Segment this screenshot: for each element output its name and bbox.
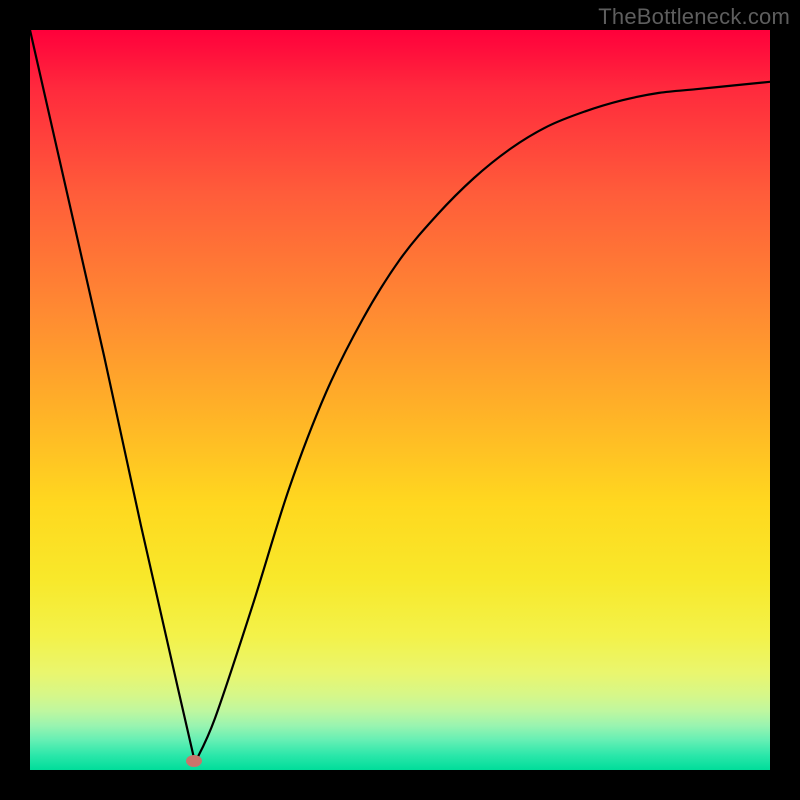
chart-frame: TheBottleneck.com — [0, 0, 800, 800]
curve-svg — [30, 30, 770, 770]
plot-area — [30, 30, 770, 770]
attribution-text: TheBottleneck.com — [598, 4, 790, 30]
curve-path — [30, 30, 770, 763]
min-marker — [186, 755, 202, 767]
